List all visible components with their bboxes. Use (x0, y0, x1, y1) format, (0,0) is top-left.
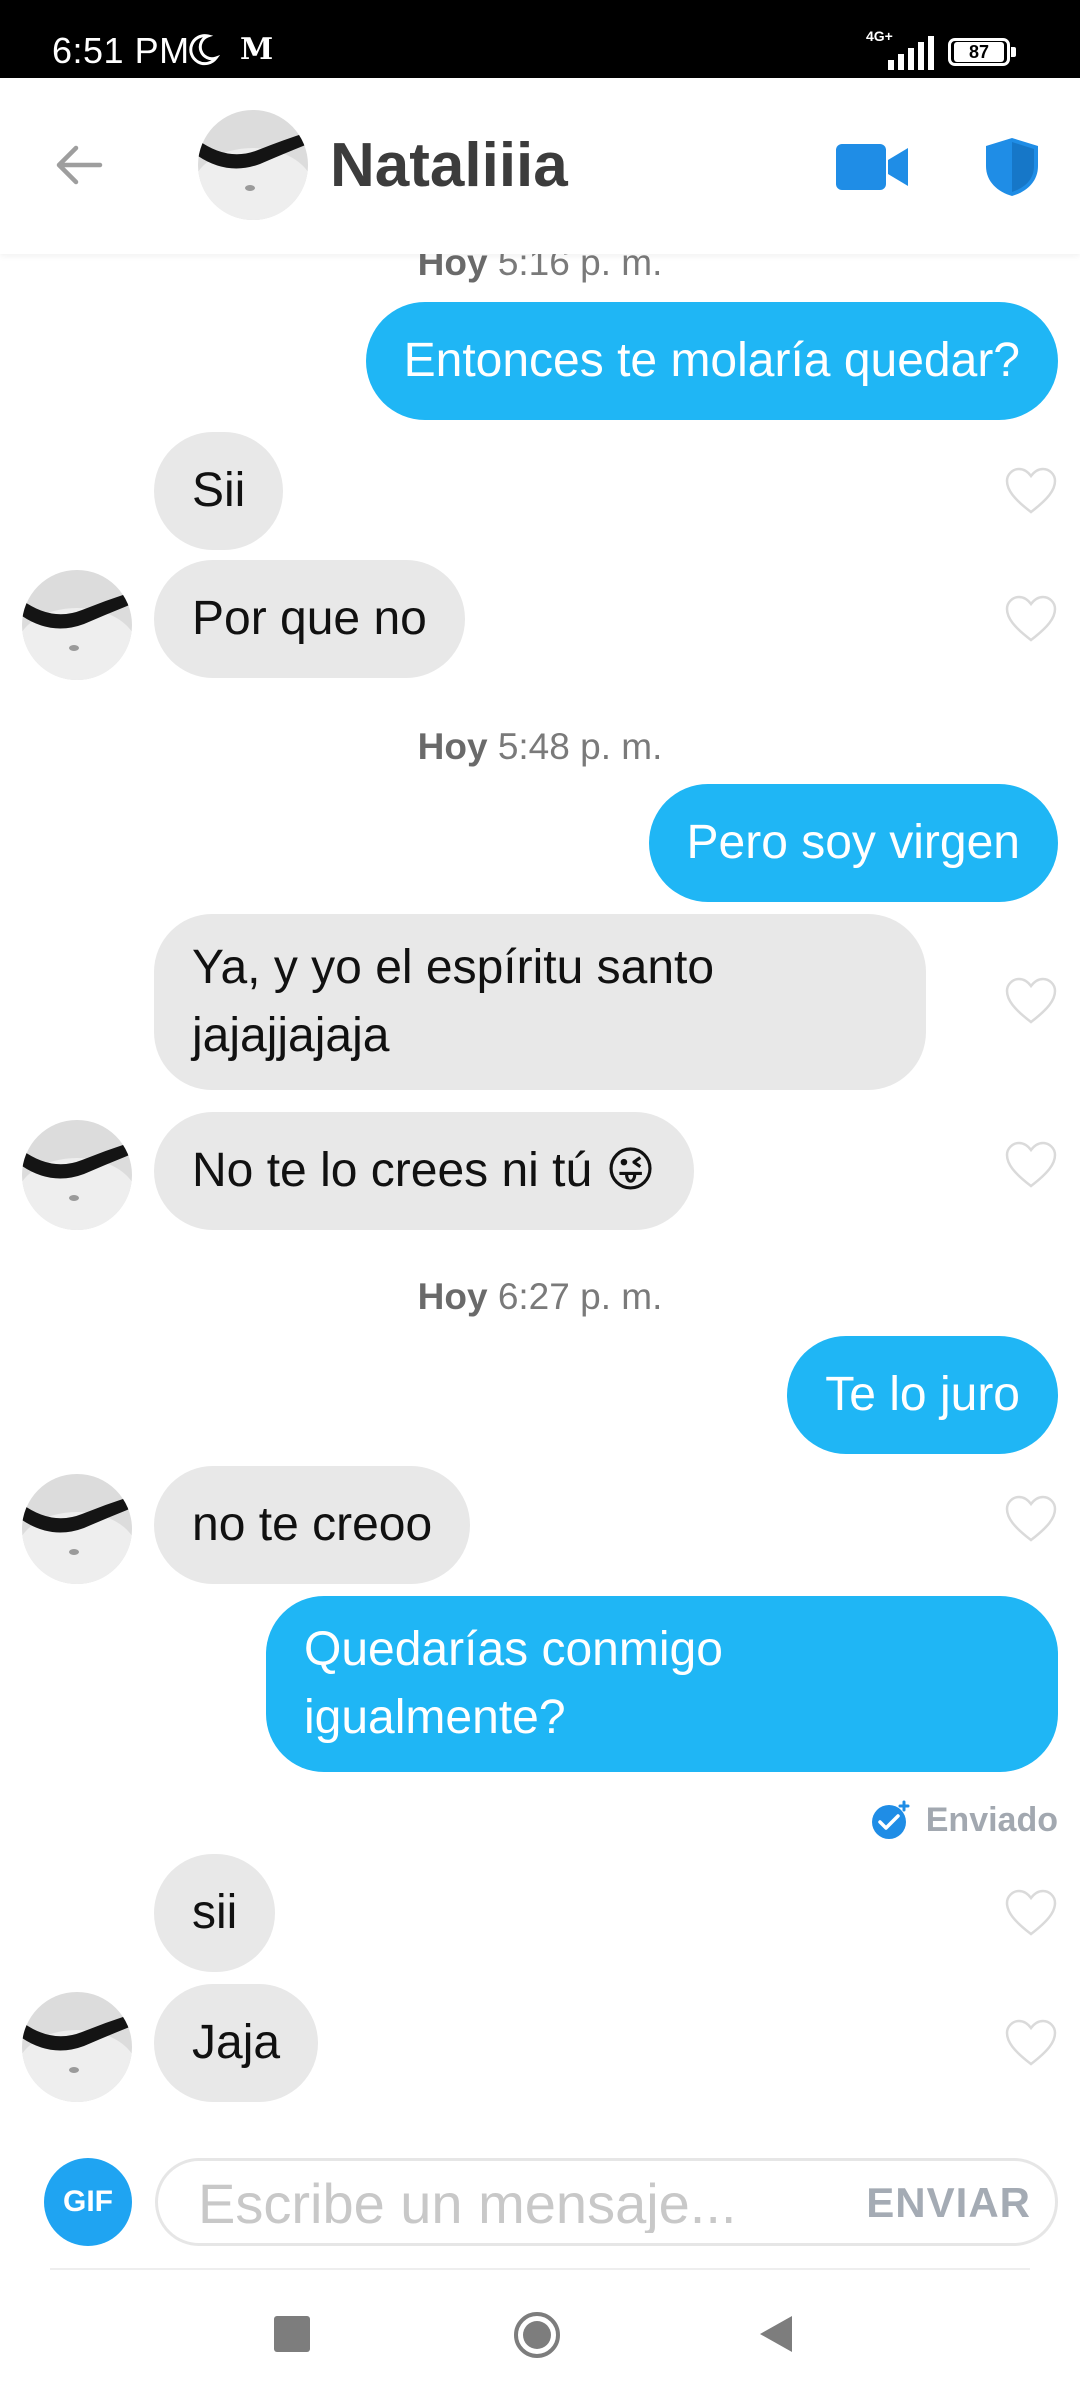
message-composer: ENVIAR (155, 2158, 1058, 2246)
message-incoming[interactable]: sii (154, 1854, 276, 1972)
message-outgoing[interactable]: Quedarías conmigo igualmente? (266, 1596, 1058, 1772)
status-bar: 6:51 PM M 4G+ 87 (0, 0, 1080, 78)
contact-name[interactable]: Nataliiia (330, 130, 568, 201)
back-arrow-icon[interactable] (50, 136, 108, 194)
moon-icon (189, 34, 220, 66)
message-incoming[interactable]: Por que no (154, 560, 465, 678)
timestamp: Hoy 6:27 p. m. (417, 1276, 663, 1317)
contact-avatar[interactable] (198, 110, 308, 220)
heart-icon[interactable] (1004, 466, 1058, 516)
message-outgoing[interactable]: Entonces te molaría quedar? (365, 302, 1058, 420)
message-incoming[interactable]: Jaja (154, 1984, 319, 2102)
heart-icon[interactable] (1004, 2018, 1058, 2068)
sender-avatar[interactable] (22, 570, 132, 680)
chat-header: Nataliiia (0, 78, 1080, 254)
signal-icon (888, 36, 934, 70)
nav-recents-icon[interactable] (274, 2316, 310, 2352)
message-incoming[interactable]: Ya, y yo el espíritu santo jajajjajaja (154, 914, 926, 1090)
heart-icon[interactable] (1004, 1140, 1058, 1190)
delivery-status: Enviado (870, 1800, 1058, 1840)
heart-icon[interactable] (1004, 1888, 1058, 1938)
divider (50, 2268, 1030, 2270)
sender-avatar[interactable] (22, 1120, 132, 1230)
battery-level: 87 (954, 42, 1004, 62)
send-button[interactable]: ENVIAR (866, 2179, 1031, 2227)
sender-avatar[interactable] (22, 1474, 132, 1584)
message-incoming[interactable]: no te creoo (154, 1466, 471, 1584)
timestamp: Hoy 5:48 p. m. (417, 726, 663, 767)
heart-icon[interactable] (1004, 594, 1058, 644)
app-notification-icon: M (240, 32, 274, 67)
video-call-icon[interactable] (836, 142, 910, 192)
message-outgoing[interactable]: Pero soy virgen (648, 784, 1058, 902)
nav-home-icon[interactable] (512, 2310, 562, 2360)
timestamp: Hoy 5:16 p. m. (417, 254, 663, 283)
nav-back-icon[interactable] (756, 2312, 796, 2356)
message-input[interactable] (198, 2173, 798, 2233)
message-incoming[interactable]: No te lo crees ni tú 😜 (154, 1112, 694, 1230)
heart-icon[interactable] (1004, 1494, 1058, 1544)
message-list[interactable]: Hoy 5:16 p. m. Entonces te molaría queda… (0, 254, 1080, 2144)
message-outgoing[interactable]: Te lo juro (787, 1336, 1058, 1454)
shield-icon[interactable] (984, 136, 1040, 198)
sender-avatar[interactable] (22, 1992, 132, 2102)
delivered-check-icon (871, 1800, 910, 1839)
status-time: 6:51 PM (52, 30, 190, 71)
battery-icon: 87 (948, 38, 1016, 66)
message-incoming[interactable]: Sii (154, 432, 284, 550)
gif-button[interactable]: GIF (44, 2158, 132, 2246)
heart-icon[interactable] (1004, 976, 1058, 1026)
